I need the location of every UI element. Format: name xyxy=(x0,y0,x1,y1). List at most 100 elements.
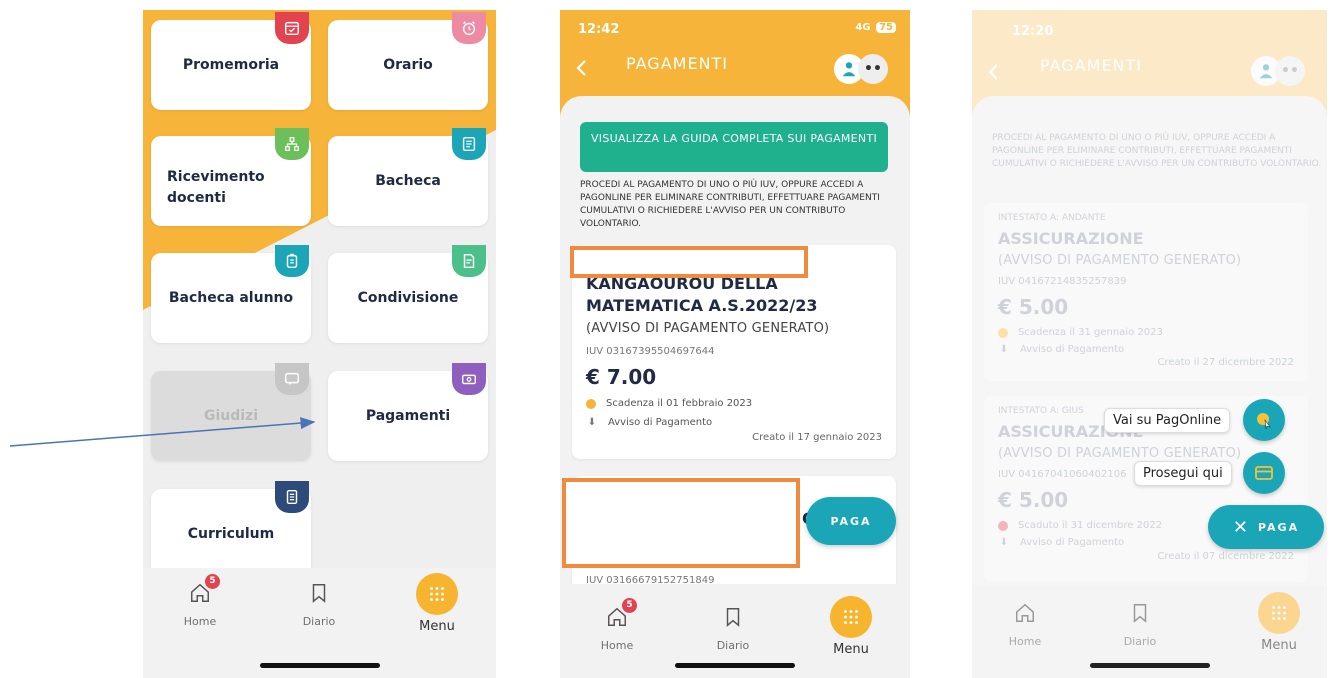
nav-home-label: Home xyxy=(600,639,634,652)
network-label: 4G xyxy=(855,22,871,33)
payments-fab-screen: 12:20 PAGAMENTI •• PROCEDI AL PAGAMENTO … xyxy=(972,10,1327,678)
tile-bacheca-alunno[interactable]: Bacheca alunno xyxy=(151,245,311,343)
intro-text: PROCEDI AL PAGAMENTO DI UNO O PIÙ IUV, O… xyxy=(992,133,1322,169)
bookmark-icon xyxy=(726,608,740,627)
tile-condivisione[interactable]: Condivisione xyxy=(328,245,488,343)
prosegui-label[interactable]: Prosegui qui xyxy=(1134,461,1232,486)
tile-bacheca[interactable]: Bacheca xyxy=(328,128,488,226)
tile-ricevimento-docenti[interactable]: Ricevimento docenti xyxy=(151,128,311,226)
home-icon xyxy=(1016,603,1034,622)
nav-diario-label: Diario xyxy=(716,639,750,652)
menu-dots-icon xyxy=(1258,592,1300,634)
payment-iuv: IUV 03167395504697644 xyxy=(586,346,715,357)
status-time: 12:20 xyxy=(1012,24,1054,39)
payments-screen: 12:42 4G 75 PAGAMENTI •• VISUALIZZA LA G… xyxy=(560,10,910,678)
nav-menu-label: Menu xyxy=(833,642,869,657)
menu-dots-icon xyxy=(830,596,872,638)
more-icon: •• xyxy=(858,54,888,84)
tile-giudizi: Giudizi xyxy=(151,363,311,461)
tile-label: Condivisione xyxy=(357,289,459,306)
page-title: PAGAMENTI xyxy=(1040,56,1143,75)
bookmark-icon xyxy=(312,584,326,603)
tile-curriculum[interactable]: Curriculum xyxy=(151,481,311,579)
status-time: 12:42 xyxy=(578,22,620,37)
pagonline-label[interactable]: Vai su PagOnline xyxy=(1104,408,1231,433)
nav-home[interactable]: 5 Home xyxy=(165,574,235,628)
created-date: Creato il 17 gennaio 2023 xyxy=(752,432,882,443)
payment-iuv: IUV 04167214835257839 xyxy=(998,276,1127,287)
page-title: PAGAMENTI xyxy=(626,54,729,73)
payment-holder: INTESTATO A: ANDANTE xyxy=(998,213,1106,223)
nav-diario-label: Diario xyxy=(302,615,336,628)
notice-row[interactable]: ⬇ Avviso di Pagamento xyxy=(998,344,1124,355)
payment-holder: INTESTATO A: GIUS xyxy=(998,406,1084,416)
created-date: Creato il 27 dicembre 2022 xyxy=(1157,357,1294,368)
tile-orario[interactable]: Orario xyxy=(328,12,488,110)
tile-label: Curriculum xyxy=(187,525,275,542)
nav-menu[interactable]: Menu xyxy=(1244,592,1314,653)
download-icon: ⬇ xyxy=(587,417,597,428)
due-date: Scadenza il 01 febbraio 2023 xyxy=(606,398,753,409)
notice-row[interactable]: ⬇ Avviso di Pagamento xyxy=(998,537,1124,548)
bookmark-icon xyxy=(1133,604,1147,623)
battery-level: 75 xyxy=(876,22,896,33)
nav-menu[interactable]: Menu xyxy=(816,596,886,657)
nav-diario[interactable]: Diario xyxy=(284,582,354,628)
payment-amount: € 5.00 xyxy=(998,488,1069,512)
nav-diario-label: Diario xyxy=(1123,635,1157,648)
tile-label: Bacheca xyxy=(375,172,441,189)
paga-button[interactable]: PAGA xyxy=(806,497,896,545)
nav-menu-label: Menu xyxy=(419,619,455,634)
tile-pagamenti[interactable]: Pagamenti xyxy=(328,363,488,461)
back-arrow-icon[interactable] xyxy=(572,58,592,78)
bottom-nav: 5 Home Diario Menu xyxy=(143,568,496,678)
tile-label: Orario xyxy=(383,56,433,73)
notification-badge: 5 xyxy=(205,574,220,589)
menu-screen: Promemoria Orario Ricevimento docenti Ba… xyxy=(143,10,496,678)
payment-card[interactable]: INTESTATO A: ANDANTE ASSICURAZIONE (AVVI… xyxy=(984,203,1308,381)
bottom-nav: Home Diario Menu xyxy=(972,586,1327,678)
tile-label: Promemoria xyxy=(182,56,280,73)
due-status-dot xyxy=(998,327,1008,338)
payment-amount: € 5.00 xyxy=(998,295,1069,319)
payment-iuv: IUV 04167041060402106 xyxy=(998,469,1127,480)
home-indicator xyxy=(675,663,795,668)
payment-status: (AVVISO DI PAGAMENTO GENERATO) xyxy=(998,253,1242,268)
payment-amount: € 7.00 xyxy=(586,365,657,389)
pagonline-icon xyxy=(1257,413,1271,430)
home-indicator xyxy=(259,663,380,668)
pagonline-button[interactable] xyxy=(1243,399,1285,441)
nav-home[interactable]: 5 Home xyxy=(582,598,652,652)
nav-home[interactable]: Home xyxy=(990,602,1060,648)
tile-label: Ricevimento docenti xyxy=(167,169,265,206)
nav-menu[interactable]: Menu xyxy=(402,573,472,634)
due-date-row: Scadenza il 31 gennaio 2023 xyxy=(998,327,1163,338)
paga-close-button[interactable]: ✕ PAGA xyxy=(1208,505,1324,549)
bottom-nav: 5 Home Diario Menu xyxy=(560,584,910,678)
redaction-box xyxy=(562,478,800,568)
back-arrow-icon[interactable] xyxy=(984,62,1004,82)
payment-title: KANGAOUROU DELLA MATEMATICA A.S.2022/23 xyxy=(586,274,818,315)
screenshot-stage: Promemoria Orario Ricevimento docenti Ba… xyxy=(0,0,1332,678)
due-status-dot xyxy=(998,520,1008,531)
nav-diario[interactable]: Diario xyxy=(1105,602,1175,648)
home-indicator xyxy=(1089,663,1210,668)
due-date-row: Scaduto il 31 dicembre 2022 xyxy=(998,520,1162,531)
tile-label: Bacheca alunno xyxy=(168,289,294,306)
notice-link: Avviso di Pagamento xyxy=(1020,537,1125,548)
due-date-row: Scadenza il 01 febbraio 2023 xyxy=(586,398,752,409)
nav-diario[interactable]: Diario xyxy=(698,606,768,652)
nav-menu-label: Menu xyxy=(1261,638,1297,653)
profile-switcher[interactable]: •• xyxy=(1251,56,1313,86)
intro-text: PROCEDI AL PAGAMENTO DI UNO O PIÙ IUV, O… xyxy=(580,180,880,229)
prosegui-button[interactable] xyxy=(1243,452,1285,494)
due-status-dot xyxy=(586,398,596,409)
tile-promemoria[interactable]: Promemoria xyxy=(151,12,311,110)
payment-title: ASSICURAZIONE xyxy=(998,229,1144,248)
notice-row[interactable]: ⬇ Avviso di Pagamento xyxy=(586,417,712,428)
credit-card-icon xyxy=(1255,466,1273,480)
status-network: 4G 75 xyxy=(855,22,896,33)
guide-button[interactable]: VISUALIZZA LA GUIDA COMPLETA SUI PAGAMEN… xyxy=(580,122,888,172)
redaction-box xyxy=(570,246,808,278)
profile-switcher[interactable]: •• xyxy=(834,54,896,84)
